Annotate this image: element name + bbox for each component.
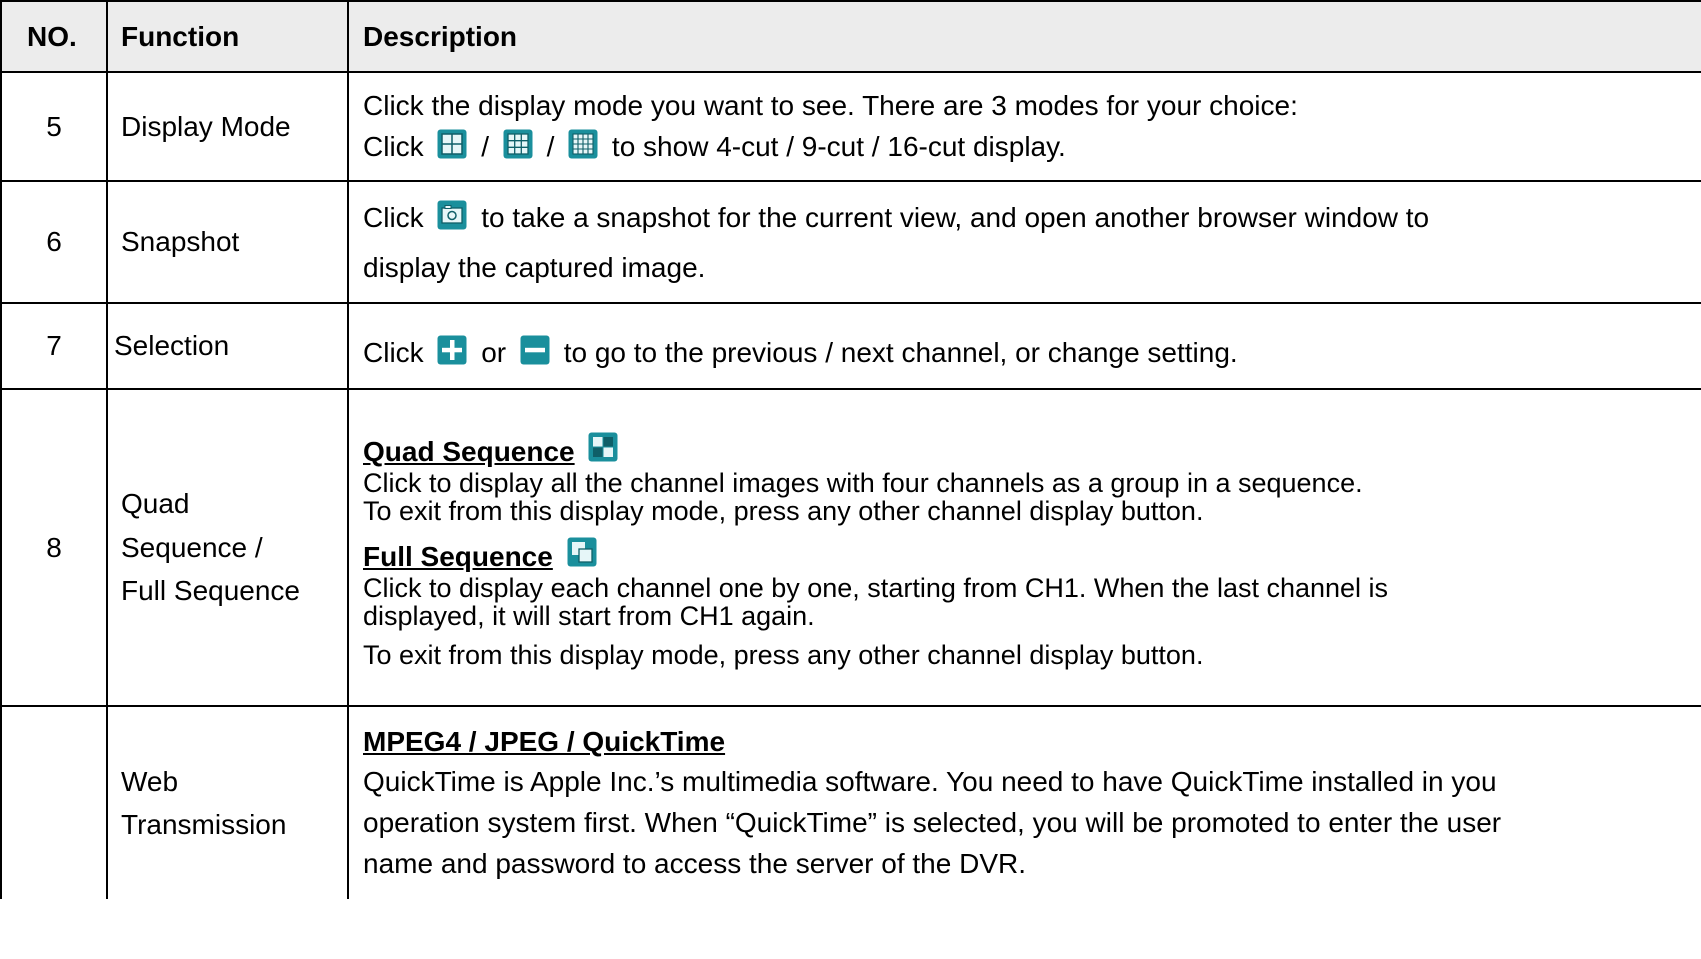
- minus-icon: [520, 335, 550, 365]
- desc-text: QuickTime is Apple Inc.’s multimedia sof…: [363, 766, 1497, 798]
- row-function: Quad Sequence / Full Sequence: [106, 388, 349, 707]
- quad-sequence-icon: [588, 432, 618, 462]
- desc-text: Click: [363, 131, 424, 162]
- table-row: 8 Quad Sequence / Full Sequence Quad Seq…: [0, 388, 1701, 707]
- row-description: Quad Sequence Click to display all the c…: [347, 388, 1701, 707]
- 9-cut-grid-icon: [503, 129, 533, 159]
- row-function: Web Transmission: [106, 705, 349, 899]
- row-description: Click to take a snapshot for the current…: [347, 180, 1701, 304]
- function-line: Full Sequence: [121, 575, 301, 607]
- row-number: 6: [0, 180, 108, 304]
- row-function: Selection: [106, 302, 349, 390]
- desc-text: /: [546, 131, 555, 162]
- header-no: NO.: [0, 0, 108, 73]
- desc-text: To exit from this display mode, press an…: [363, 495, 1204, 526]
- desc-text: name and password to access the server o…: [363, 847, 1026, 879]
- table-header-row: NO. Function Description: [0, 0, 1701, 73]
- function-line: Transmission: [121, 809, 287, 840]
- quad-sequence-heading: Quad Sequence: [363, 436, 575, 468]
- 4-cut-grid-icon: [437, 129, 467, 159]
- desc-text: to take a snapshot for the current view,…: [481, 201, 1430, 233]
- row-description: Click the display mode you want to see. …: [347, 71, 1701, 182]
- function-line: Quad: [121, 488, 190, 520]
- desc-text: Click: [363, 336, 424, 368]
- desc-text: /: [481, 131, 490, 162]
- desc-text: To exit from this display mode, press an…: [363, 639, 1204, 670]
- desc-text: Click to display each channel one by one…: [363, 572, 1389, 603]
- table-row: Web Transmission MPEG4 / JPEG / QuickTim…: [0, 705, 1701, 899]
- 16-cut-grid-icon: [568, 129, 598, 159]
- row-number: 7: [0, 302, 108, 390]
- desc-text: or: [481, 336, 507, 368]
- row-number: [0, 705, 108, 899]
- camera-icon: [437, 200, 467, 230]
- full-sequence-icon: [567, 537, 597, 567]
- function-table: NO. Function Description 5 Display Mode …: [0, 0, 1701, 899]
- desc-text: Click the display mode you want to see. …: [363, 90, 1298, 122]
- plus-icon: [437, 335, 467, 365]
- desc-text: display the captured image.: [363, 251, 706, 283]
- desc-text: displayed, it will start from CH1 again.: [363, 601, 815, 632]
- function-line: Sequence /: [121, 531, 263, 563]
- desc-text: to go to the previous / next channel, or…: [563, 336, 1238, 368]
- header-description: Description: [347, 0, 1701, 73]
- row-number: 8: [0, 388, 108, 707]
- table-row: 5 Display Mode Click the display mode yo…: [0, 71, 1701, 182]
- desc-text: to show 4-cut / 9-cut / 16-cut display.: [611, 131, 1066, 162]
- row-function: Display Mode: [106, 71, 349, 182]
- function-line: Web: [121, 765, 179, 797]
- table-row: 6 Snapshot Click to take a snapshot for …: [0, 180, 1701, 304]
- desc-text: Click: [363, 201, 424, 233]
- row-description: Click or to go to the previous / next ch…: [347, 302, 1701, 390]
- desc-text: Click to display all the channel images …: [363, 467, 1363, 498]
- row-function: Snapshot: [106, 180, 349, 304]
- header-function: Function: [106, 0, 349, 73]
- web-transmission-heading: MPEG4 / JPEG / QuickTime: [363, 725, 726, 757]
- row-number: 5: [0, 71, 108, 182]
- row-description: MPEG4 / JPEG / QuickTime QuickTime is Ap…: [347, 705, 1701, 899]
- table-row: 7 Selection Click or to go to the previo…: [0, 302, 1701, 390]
- full-sequence-heading: Full Sequence: [363, 541, 553, 573]
- desc-text: operation system first. When “QuickTime”…: [363, 807, 1502, 838]
